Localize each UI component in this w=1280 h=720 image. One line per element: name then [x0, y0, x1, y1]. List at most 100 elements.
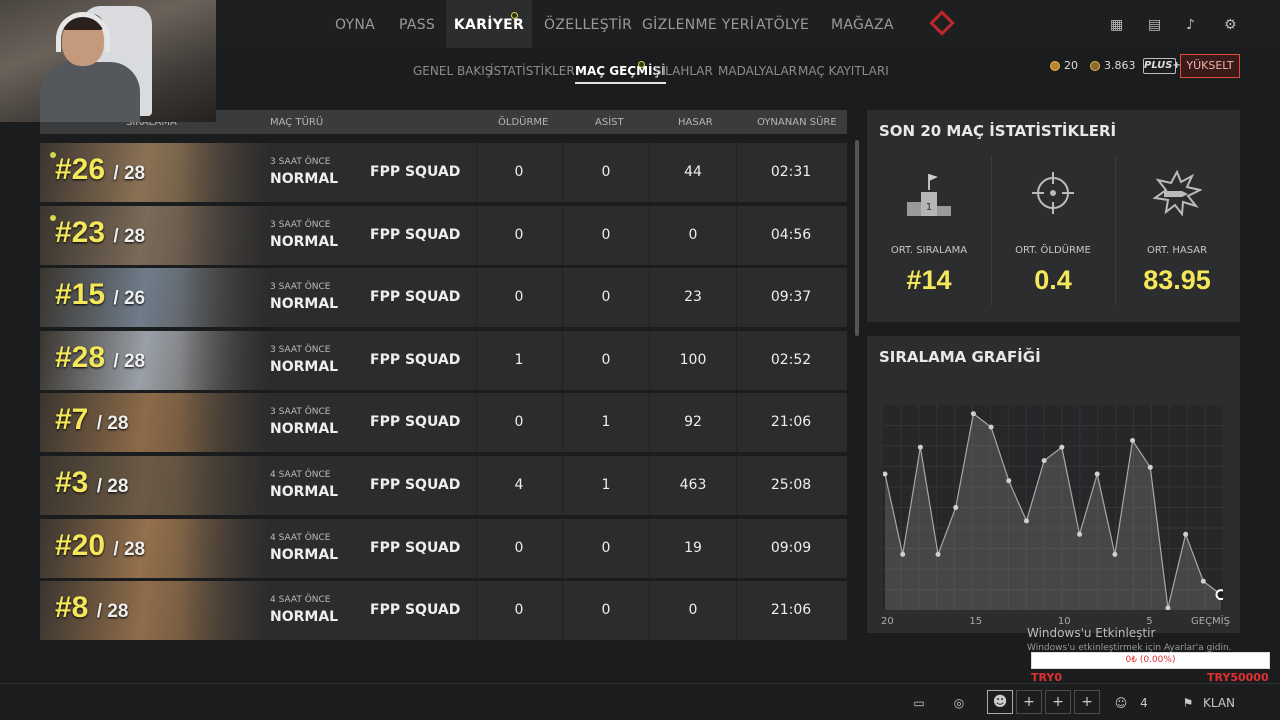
player-avatar-slot[interactable]: ☻ — [987, 690, 1013, 714]
match-row[interactable]: #15 / 26 3 SAAT ÖNCE NORMAL FPP SQUAD 0 0 23 09… — [40, 268, 847, 328]
match-list-scrollbar[interactable] — [855, 140, 859, 336]
nav-play[interactable]: OYNA — [335, 0, 375, 48]
match-mode: NORMAL — [270, 358, 339, 375]
placement: #26 / 28 — [55, 153, 146, 186]
match-time-ago: 3 SAAT ÖNCE — [270, 219, 331, 230]
cell-time: 09:37 — [770, 289, 812, 306]
plus-badge: PLUS+ — [1143, 58, 1181, 74]
match-row[interactable]: #23 / 28 3 SAAT ÖNCE NORMAL FPP SQUAD 0 0 0 04:… — [40, 205, 847, 265]
data-point[interactable] — [1130, 438, 1136, 443]
donation-progress-bar: 0₺ (0.00%) — [1031, 652, 1270, 669]
cell-kills: 4 — [514, 477, 524, 493]
rank-line-chart — [883, 405, 1223, 610]
data-point[interactable] — [1200, 578, 1206, 584]
data-point[interactable] — [1112, 551, 1118, 557]
placement: #23 / 28 — [55, 215, 146, 249]
nav-store[interactable]: MAĞAZA — [831, 0, 894, 48]
top-navigation: OYNA PASS KARİYER ÖZELLEŞTİR GİZLENME YE… — [216, 0, 1280, 48]
match-row[interactable]: #3 / 28 4 SAAT ÖNCE NORMAL FPP SQUAD 4 1 463 25… — [40, 456, 847, 515]
bell-icon[interactable]: ♪ — [1186, 18, 1200, 32]
match-time-ago: 3 SAAT ÖNCE — [270, 157, 331, 167]
avg-rank-label: ORT. SIRALAMA — [890, 245, 968, 256]
match-squad-type: FPP SQUAD — [370, 477, 461, 493]
clan-icon[interactable]: ⚑ — [1180, 684, 1196, 720]
match-row[interactable]: #20 / 28 4 SAAT ÖNCE NORMAL FPP SQUAD 0 0 19 09… — [40, 518, 847, 578]
match-row[interactable]: #26 / 28 3 SAAT ÖNCE NORMAL FPP SQUAD 0 0 44 02… — [40, 143, 847, 202]
nav-hideout[interactable]: GİZLENME YERİ — [642, 0, 754, 48]
chat-icon[interactable]: ▭ — [905, 684, 933, 720]
data-point[interactable] — [935, 551, 941, 557]
subnav-overview[interactable]: GENEL BAKIŞ — [413, 64, 492, 78]
stats-title: SON 20 MAÇ İSTATİSTİKLERİ — [879, 122, 1117, 140]
data-point[interactable] — [900, 551, 906, 557]
nav-workshop[interactable]: ATÖLYE — [756, 0, 809, 48]
subnav-weapons[interactable]: SİLAHLAR — [654, 64, 713, 78]
add-teammate-button[interactable]: + — [1045, 690, 1071, 714]
nav-customize[interactable]: ÖZELLEŞTİR — [544, 0, 632, 48]
match-mode: NORMAL — [270, 233, 339, 250]
match-mode: NORMAL — [270, 609, 339, 626]
game-logo-icon — [929, 10, 955, 36]
news-icon[interactable]: ▤ — [1148, 18, 1162, 32]
cell-assists: 0 — [601, 539, 611, 556]
col-kills: ÖLDÜRME — [498, 117, 549, 128]
data-point[interactable] — [988, 424, 994, 430]
match-mode: NORMAL — [270, 546, 339, 563]
data-point[interactable] — [1183, 531, 1189, 537]
data-point[interactable] — [1023, 518, 1029, 524]
cell-kills: 0 — [514, 164, 524, 180]
avg-damage-value: 83.95 — [1143, 265, 1211, 295]
match-time-ago: 3 SAAT ÖNCE — [270, 344, 331, 355]
data-point[interactable] — [917, 444, 923, 450]
data-point[interactable] — [1077, 531, 1083, 537]
last-20-stats-panel: SON 20 MAÇ İSTATİSTİKLERİ 1 ORT. SIRALAM… — [867, 110, 1240, 322]
data-point[interactable] — [1006, 478, 1012, 484]
data-point[interactable] — [1041, 458, 1047, 464]
col-damage: HASAR — [678, 117, 713, 128]
upgrade-button[interactable]: YÜKSELT — [1180, 54, 1240, 78]
cell-kills: 0 — [514, 414, 524, 431]
data-point[interactable] — [953, 505, 959, 510]
cell-kills: 0 — [514, 289, 524, 306]
party-count: 4 — [1140, 695, 1148, 710]
placement: #8 / 28 — [55, 591, 129, 625]
data-point[interactable] — [1094, 471, 1100, 477]
subnav-match-history[interactable]: MAÇ GEÇMİŞİ — [575, 64, 666, 84]
match-row[interactable]: #7 / 28 3 SAAT ÖNCE NORMAL FPP SQUAD 0 1 92 21:… — [40, 393, 847, 453]
cell-time: 21:06 — [770, 414, 812, 431]
data-point[interactable] — [1147, 464, 1153, 470]
radar-icon[interactable]: ◎ — [945, 684, 973, 720]
match-mode: NORMAL — [270, 296, 339, 313]
placement: #15 / 26 — [55, 278, 146, 312]
match-row[interactable]: #28 / 28 3 SAAT ÖNCE NORMAL FPP SQUAD 1 0 100 0… — [40, 330, 847, 390]
windows-activation-title: Windows'u Etkinleştir — [1027, 626, 1156, 640]
cell-assists: 0 — [601, 226, 611, 243]
coin-icon — [1050, 60, 1060, 71]
cell-time: 02:52 — [770, 351, 812, 368]
subnav-statistics[interactable]: İSTATİSTİKLER — [490, 64, 575, 78]
clan-label[interactable]: KLAN — [1202, 684, 1236, 720]
data-point-current[interactable] — [1215, 589, 1224, 601]
data-point[interactable] — [970, 411, 976, 417]
match-squad-type: FPP SQUAD — [370, 226, 461, 243]
settings-gear-icon[interactable]: ⚙ — [1224, 18, 1238, 32]
col-mode: MAÇ TÜRÜ — [270, 117, 324, 128]
subnav-match-replays[interactable]: MAÇ KAYITLARI — [798, 64, 889, 78]
subnav-medals[interactable]: MADALYALAR — [718, 64, 797, 78]
add-teammate-button[interactable]: + — [1016, 690, 1042, 714]
party-icon[interactable]: ☺ — [1110, 684, 1132, 720]
col-assists: ASİST — [595, 117, 624, 128]
match-time-ago: 4 SAAT ÖNCE — [270, 595, 331, 606]
coin-balance: 20 — [1050, 59, 1078, 72]
cell-assists: 1 — [601, 414, 611, 431]
match-row[interactable]: #8 / 28 4 SAAT ÖNCE NORMAL FPP SQUAD 0 0 0 21:0… — [40, 581, 847, 641]
nav-pass[interactable]: PASS — [399, 0, 435, 48]
avg-damage-label: ORT. HASAR — [1146, 245, 1208, 256]
add-teammate-button[interactable]: + — [1074, 690, 1100, 714]
cell-assists: 0 — [601, 602, 611, 619]
nav-career[interactable]: KARİYER — [446, 0, 532, 48]
data-point[interactable] — [1059, 444, 1065, 450]
calendar-icon[interactable]: ▦ — [1110, 18, 1124, 32]
cell-kills: 0 — [514, 602, 524, 619]
cell-damage: 0 — [688, 602, 698, 619]
